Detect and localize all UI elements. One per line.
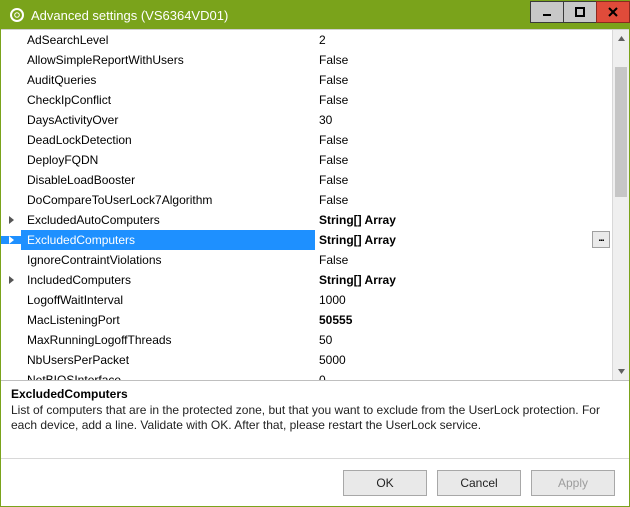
- property-value-text: String[] Array: [319, 233, 396, 247]
- minimize-button[interactable]: [530, 1, 564, 23]
- property-value-text: False: [319, 53, 348, 67]
- property-row[interactable]: DaysActivityOver 30: [1, 110, 612, 130]
- property-row[interactable]: DisableLoadBooster False: [1, 170, 612, 190]
- property-name[interactable]: NetBIOSInterface: [21, 370, 315, 380]
- property-value[interactable]: 50: [315, 330, 612, 350]
- property-value-text: 50555: [319, 313, 352, 327]
- property-row[interactable]: AdSearchLevel 2: [1, 30, 612, 50]
- property-name[interactable]: IncludedComputers: [21, 270, 315, 290]
- property-name[interactable]: DeployFQDN: [21, 150, 315, 170]
- property-value-text: False: [319, 193, 348, 207]
- property-value[interactable]: False: [315, 70, 612, 90]
- property-name[interactable]: LogoffWaitInterval: [21, 290, 315, 310]
- property-value-text: False: [319, 153, 348, 167]
- titlebar: Advanced settings (VS6364VD01): [1, 1, 629, 29]
- property-value[interactable]: False: [315, 50, 612, 70]
- scroll-down-arrow-icon[interactable]: [613, 363, 629, 380]
- property-row[interactable]: NetBIOSInterface 0: [1, 370, 612, 380]
- app-icon: [9, 7, 25, 23]
- property-row[interactable]: IncludedComputers String[] Array: [1, 270, 612, 290]
- property-value[interactable]: 0: [315, 370, 612, 380]
- button-bar: OK Cancel Apply: [1, 458, 629, 506]
- maximize-button[interactable]: [563, 1, 597, 23]
- property-row[interactable]: LogoffWaitInterval 1000: [1, 290, 612, 310]
- property-row[interactable]: DoCompareToUserLock7Algorithm False: [1, 190, 612, 210]
- property-value[interactable]: 5000: [315, 350, 612, 370]
- property-name[interactable]: ExcludedComputers: [21, 230, 315, 250]
- property-value[interactable]: 50555: [315, 310, 612, 330]
- property-value-text: False: [319, 73, 348, 87]
- property-value-text: String[] Array: [319, 273, 396, 287]
- property-value-text: 0: [319, 373, 326, 380]
- property-name[interactable]: NbUsersPerPacket: [21, 350, 315, 370]
- property-name[interactable]: MacListeningPort: [21, 310, 315, 330]
- property-value[interactable]: False: [315, 130, 612, 150]
- property-row[interactable]: MaxRunningLogoffThreads 50: [1, 330, 612, 350]
- property-value-text: 1000: [319, 293, 346, 307]
- property-name[interactable]: DaysActivityOver: [21, 110, 315, 130]
- property-value-text: 30: [319, 113, 332, 127]
- close-button[interactable]: [596, 1, 630, 23]
- window: Advanced settings (VS6364VD01) AdSearchL…: [0, 0, 630, 507]
- property-value-text: False: [319, 133, 348, 147]
- expand-toggle-icon[interactable]: [1, 236, 21, 244]
- property-grid[interactable]: AdSearchLevel 2 AllowSimpleReportWithUsers…: [1, 30, 612, 380]
- property-name[interactable]: ExcludedAutoComputers: [21, 210, 315, 230]
- property-row[interactable]: AuditQueries False: [1, 70, 612, 90]
- property-value[interactable]: False: [315, 150, 612, 170]
- property-value[interactable]: 1000: [315, 290, 612, 310]
- property-value[interactable]: String[] Array...: [315, 230, 612, 250]
- expand-toggle-icon[interactable]: [1, 276, 21, 284]
- scroll-thumb[interactable]: [615, 67, 627, 197]
- property-value[interactable]: False: [315, 90, 612, 110]
- property-value-text: 5000: [319, 353, 346, 367]
- property-value-text: False: [319, 253, 348, 267]
- description-title: ExcludedComputers: [11, 387, 619, 401]
- property-value-text: False: [319, 93, 348, 107]
- property-name[interactable]: DisableLoadBooster: [21, 170, 315, 190]
- property-value-text: String[] Array: [319, 213, 396, 227]
- property-value[interactable]: String[] Array: [315, 270, 612, 290]
- description-text: List of computers that are in the protec…: [11, 403, 619, 433]
- property-value-text: False: [319, 173, 348, 187]
- property-row[interactable]: ExcludedAutoComputers String[] Array: [1, 210, 612, 230]
- property-grid-area: AdSearchLevel 2 AllowSimpleReportWithUsers…: [1, 29, 629, 380]
- property-row[interactable]: CheckIpConflict False: [1, 90, 612, 110]
- property-row[interactable]: MacListeningPort 50555: [1, 310, 612, 330]
- scroll-track[interactable]: [613, 47, 629, 363]
- property-name[interactable]: DeadLockDetection: [21, 130, 315, 150]
- property-name[interactable]: AuditQueries: [21, 70, 315, 90]
- property-row[interactable]: IgnoreContraintViolations False: [1, 250, 612, 270]
- property-row[interactable]: AllowSimpleReportWithUsers False: [1, 50, 612, 70]
- property-value[interactable]: 30: [315, 110, 612, 130]
- property-value[interactable]: False: [315, 190, 612, 210]
- property-name[interactable]: CheckIpConflict: [21, 90, 315, 110]
- property-value[interactable]: String[] Array: [315, 210, 612, 230]
- ok-button[interactable]: OK: [343, 470, 427, 496]
- vertical-scrollbar[interactable]: [612, 30, 629, 380]
- property-value[interactable]: 2: [315, 30, 612, 50]
- window-title: Advanced settings (VS6364VD01): [31, 8, 530, 23]
- property-value[interactable]: False: [315, 250, 612, 270]
- property-name[interactable]: AdSearchLevel: [21, 30, 315, 50]
- property-value-text: 50: [319, 333, 332, 347]
- property-row[interactable]: NbUsersPerPacket 5000: [1, 350, 612, 370]
- window-controls: [530, 1, 629, 29]
- property-row[interactable]: DeadLockDetection False: [1, 130, 612, 150]
- property-value[interactable]: False: [315, 170, 612, 190]
- property-name[interactable]: IgnoreContraintViolations: [21, 250, 315, 270]
- property-name[interactable]: MaxRunningLogoffThreads: [21, 330, 315, 350]
- property-name[interactable]: DoCompareToUserLock7Algorithm: [21, 190, 315, 210]
- cancel-button[interactable]: Cancel: [437, 470, 521, 496]
- property-row[interactable]: DeployFQDN False: [1, 150, 612, 170]
- property-name[interactable]: AllowSimpleReportWithUsers: [21, 50, 315, 70]
- property-value-text: 2: [319, 33, 326, 47]
- expand-toggle-icon[interactable]: [1, 216, 21, 224]
- property-row[interactable]: ExcludedComputersString[] Array...: [1, 230, 612, 250]
- description-panel: ExcludedComputers List of computers that…: [1, 380, 629, 458]
- ellipsis-button[interactable]: ...: [592, 231, 610, 248]
- apply-button[interactable]: Apply: [531, 470, 615, 496]
- scroll-up-arrow-icon[interactable]: [613, 30, 629, 47]
